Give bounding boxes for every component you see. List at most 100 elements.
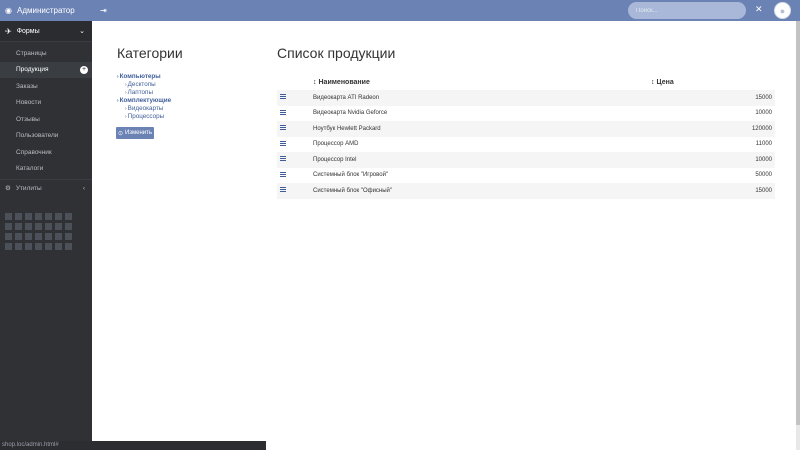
rocket-icon: ✈ [5,26,12,36]
products-title: Список продукции [277,45,396,61]
thumbnail-grid [5,213,85,253]
thumbnail[interactable] [55,213,62,220]
sidebar-item-reviews[interactable]: Отзывы [0,111,92,128]
thumbnail[interactable] [35,213,42,220]
thumbnail[interactable] [25,213,32,220]
tree-node-desktops[interactable]: ›Десктопы [117,81,171,89]
edit-icon: ⊙ [117,130,123,137]
thumbnail[interactable] [15,233,22,240]
sidebar-section-forms[interactable]: ✈ Формы ⌄ [0,21,92,42]
thumbnail[interactable] [15,243,22,250]
thumbnail[interactable] [55,243,62,250]
thumbnail[interactable] [45,233,52,240]
tree-node-laptops[interactable]: ›Лаптопы [117,89,171,97]
thumbnail[interactable] [35,243,42,250]
thumbnail[interactable] [65,233,72,240]
sidebar-item-orders[interactable]: Заказы [0,78,92,95]
caret-right-icon: › [117,98,119,104]
dashboard-icon: ◉ [5,6,12,15]
list-icon[interactable] [280,171,286,178]
product-price: 120000 [751,125,772,132]
table-row[interactable]: Системный блок "Офисный" 15000 [277,183,775,199]
product-price: 10000 [755,156,772,163]
tree-node-label: Процессоры [127,113,165,120]
sidebar-item-label: Отзывы [16,115,40,123]
caret-right-icon: › [125,90,127,96]
sidebar-section-label: Утилиты [15,184,42,192]
table-row[interactable]: Ноутбук Hewlett Packard 120000 [277,121,775,137]
add-icon[interactable]: + [80,65,88,74]
tree-node-computers[interactable]: ›Компьютеры [117,73,171,81]
tree-node-components[interactable]: ›Комплектующие [117,97,171,105]
search-input[interactable] [628,2,746,19]
caret-right-icon: › [125,82,127,88]
sidebar: ✈ Формы ⌄ Страницы Продукция + Заказы Нов… [0,21,92,450]
thumbnail[interactable] [65,223,72,230]
sidebar-item-reference[interactable]: Справочник [0,144,92,161]
sidebar-item-label: Страницы [16,49,47,57]
tools-icon[interactable]: ✕ [755,4,763,15]
sidebar-item-products[interactable]: Продукция + [0,61,92,78]
thumbnail[interactable] [45,223,52,230]
sidebar-item-users[interactable]: Пользователи [0,128,92,145]
list-icon[interactable] [280,187,286,193]
product-price: 11000 [755,141,772,148]
thumbnail[interactable] [45,243,52,250]
brand[interactable]: ◉ Администратор [0,0,92,21]
list-icon[interactable] [280,156,286,162]
brand-label: Администратор [16,6,75,15]
thumbnail[interactable] [5,213,12,220]
avatar[interactable]: ● [774,2,791,19]
product-price: 15000 [755,94,772,101]
edit-button[interactable]: ⊙ Изменить [116,127,154,139]
thumbnail[interactable] [15,223,22,230]
thumbnail[interactable] [25,243,32,250]
thumbnail[interactable] [65,213,72,220]
thumbnail[interactable] [55,223,62,230]
thumbnail[interactable] [25,233,32,240]
chevron-left-icon: ‹ [82,184,85,192]
table-row[interactable]: Видеокарта ATI Radeon 15000 [277,90,775,106]
table-row[interactable]: Процессор Intel 10000 [277,152,775,168]
thumbnail[interactable] [5,223,12,230]
sidebar-item-pages[interactable]: Страницы [0,45,92,62]
list-icon[interactable] [280,125,286,131]
list-icon[interactable] [280,94,286,100]
thumbnail[interactable] [25,223,32,230]
tree-node-label: Комплектующие [119,97,172,104]
column-header-label: Цена [656,78,674,86]
thumbnail[interactable] [65,243,72,250]
sidebar-item-catalogs[interactable]: Каталоги [0,161,92,178]
sidebar-section-label: Формы [16,27,40,35]
thumbnail[interactable] [55,233,62,240]
tree-node-processors[interactable]: ›Процессоры [117,113,171,121]
scrollbar-thumb[interactable] [796,21,800,425]
tree-node-label: Компьютеры [119,73,161,80]
column-header-price[interactable]: ↕ Цена [651,79,674,86]
table-row[interactable]: Системный блок "Игровой" 50000 [277,168,775,184]
table-row[interactable]: Процессор AMD 11000 [277,137,775,153]
tree-node-videocards[interactable]: ›Видеокарты [117,105,171,113]
thumbnail[interactable] [35,223,42,230]
categories-title: Категории [117,45,183,61]
sidebar-item-label: Продукция [16,66,49,74]
gear-icon: ⚙ [5,185,11,192]
thumbnail[interactable] [15,213,22,220]
sidebar-item-label: Заказы [16,82,38,90]
sidebar-section-utils[interactable]: ⚙ Утилиты ‹ [0,179,92,196]
sidebar-item-label: Каталоги [16,165,44,173]
thumbnail[interactable] [5,243,12,250]
sidebar-item-news[interactable]: Новости [0,95,92,112]
thumbnail[interactable] [5,233,12,240]
thumbnail[interactable] [45,213,52,220]
table-row[interactable]: Видеокарта Nvidia Geforce 10000 [277,106,775,122]
user-icon: ● [779,5,786,16]
thumbnail[interactable] [35,233,42,240]
product-name: Ноутбук Hewlett Packard [313,125,381,132]
menu-toggle-icon[interactable]: ⇥ [100,6,107,15]
list-icon[interactable] [280,140,286,147]
product-name: Видеокарта Nvidia Geforce [313,110,388,117]
list-icon[interactable] [280,109,286,116]
column-header-name[interactable]: ↕ Наименование [313,79,370,86]
product-price: 50000 [755,172,772,179]
